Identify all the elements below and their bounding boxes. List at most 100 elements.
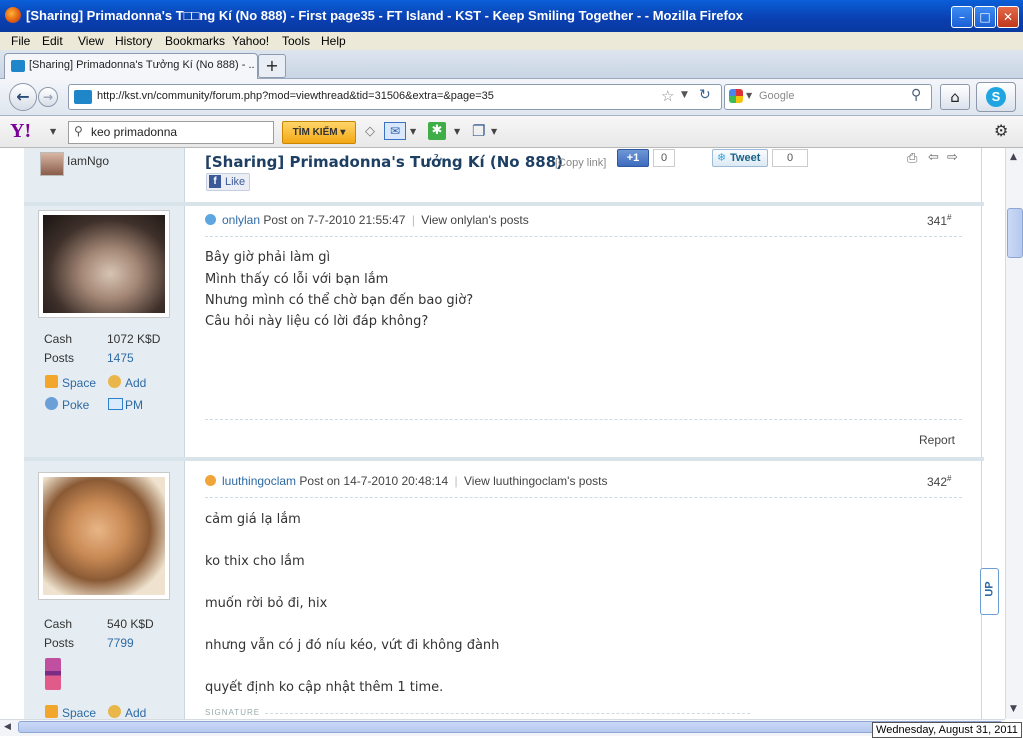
post-divider <box>205 497 962 498</box>
author-avatar[interactable] <box>38 210 170 318</box>
post-line: ko thix cho lắm <box>205 554 305 569</box>
post-author-link[interactable]: onlylan <box>222 213 260 227</box>
post-date: Post on 7-7-2010 21:55:47 <box>263 213 406 227</box>
cash-value: 1072 K$D <box>107 332 161 346</box>
skype-addon-icon[interactable]: S <box>976 82 1016 112</box>
status-date: Wednesday, August 31, 2011 <box>872 722 1022 738</box>
add-link[interactable]: Add <box>125 376 146 390</box>
answers-dropdown-icon[interactable]: ▼ <box>454 127 460 136</box>
scroll-left-arrow-icon[interactable]: ◀ <box>4 722 11 732</box>
search-magnifier-icon[interactable]: ⚲ <box>911 87 921 103</box>
engine-dropdown-icon[interactable]: ▼ <box>746 91 752 100</box>
view-posts-link[interactable]: View onlylan's posts <box>421 213 528 227</box>
vertical-scroll-thumb[interactable] <box>1007 208 1023 258</box>
yahoo-search-button-label: TÌM KIẾM <box>292 127 338 138</box>
pages-dropdown-icon[interactable]: ▼ <box>491 127 497 136</box>
toolbar-separator-icon: ◇ <box>365 124 375 139</box>
forward-arrow-icon[interactable]: → <box>38 87 58 107</box>
pm-mail-icon <box>108 398 123 410</box>
plus-one-button[interactable]: +1 <box>617 149 649 167</box>
back-arrow-icon[interactable]: ← <box>9 83 37 111</box>
twitter-bird-icon: ❄ <box>717 152 727 164</box>
answers-icon[interactable]: ✱ <box>428 122 446 140</box>
url-text: http://kst.vn/community/forum.php?mod=vi… <box>97 90 494 102</box>
menu-history[interactable]: History <box>115 34 152 48</box>
scroll-up-button[interactable]: UP <box>980 568 999 615</box>
add-friend-icon <box>108 375 121 388</box>
menu-view[interactable]: View <box>78 34 104 48</box>
next-thread-icon[interactable]: ⇨ <box>947 150 958 165</box>
view-posts-link[interactable]: View luuthingoclam's posts <box>464 474 607 488</box>
site-identity-icon <box>74 90 92 104</box>
horizontal-scroll-thumb[interactable] <box>18 721 1003 733</box>
copy-link[interactable]: [Copy link] <box>555 157 606 169</box>
tweet-button[interactable]: ❄ Tweet <box>712 149 768 167</box>
post-number-value: 341 <box>927 214 948 228</box>
plus-one-count: 0 <box>653 149 675 167</box>
avatar-photo <box>43 477 165 595</box>
new-tab-button[interactable]: + <box>258 54 286 78</box>
menu-file[interactable]: File <box>11 34 30 48</box>
pages-icon[interactable]: ❐ <box>472 122 485 140</box>
posts-count[interactable]: 7799 <box>107 636 134 650</box>
like-label: Like <box>225 176 246 188</box>
space-link[interactable]: Space <box>62 706 96 719</box>
tweet-count: 0 <box>772 149 808 167</box>
space-link[interactable]: Space <box>62 376 96 390</box>
poke-link[interactable]: Poke <box>62 398 89 412</box>
menu-bookmarks[interactable]: Bookmarks <box>165 34 225 48</box>
mail-dropdown-icon[interactable]: ▼ <box>410 127 416 136</box>
yahoo-logo[interactable]: Y! <box>10 120 31 143</box>
post-line: Bây giờ phải làm gì <box>205 250 331 265</box>
cash-label: Cash <box>44 617 73 631</box>
post-divider <box>205 236 962 237</box>
post-line: quyết định ko cập nhật thêm 1 time. <box>205 680 444 695</box>
print-icon[interactable]: ⎙ <box>907 151 917 166</box>
header-divider: | <box>454 474 458 488</box>
url-dropdown-icon[interactable]: ▼ <box>681 90 688 100</box>
facebook-like-button[interactable]: f Like <box>206 173 250 191</box>
menu-yahoo[interactable]: Yahoo! <box>232 34 269 48</box>
window-titlebar[interactable]: [Sharing] Primadonna's T□□ng Kí (No 888)… <box>0 0 1023 32</box>
top-user-avatar[interactable] <box>40 152 64 176</box>
menu-edit[interactable]: Edit <box>42 34 63 48</box>
menu-help[interactable]: Help <box>321 34 346 48</box>
post-line: Câu hỏi này liệu có lời đáp không? <box>205 314 429 329</box>
author-avatar[interactable] <box>38 472 170 600</box>
search-bar[interactable]: ▼ Google ⚲ <box>724 84 932 110</box>
minimize-button[interactable]: – <box>951 6 973 28</box>
home-icon[interactable]: ⌂ <box>940 84 970 110</box>
scroll-up-arrow-icon[interactable]: ▲ <box>1010 152 1017 162</box>
reload-icon[interactable]: ↻ <box>699 87 711 103</box>
top-user-name[interactable]: IamNgo <box>67 154 109 168</box>
window-title: [Sharing] Primadonna's T□□ng Kí (No 888)… <box>26 8 744 23</box>
bookmark-star-icon[interactable]: ☆ <box>661 87 674 105</box>
add-link[interactable]: Add <box>125 706 146 719</box>
online-status-icon <box>205 214 216 225</box>
previous-thread-icon[interactable]: ⇦ <box>928 150 939 165</box>
search-input[interactable]: Google <box>759 90 794 102</box>
posts-label: Posts <box>44 636 75 650</box>
posts-count[interactable]: 1475 <box>107 351 134 365</box>
tab-label: [Sharing] Primadonna's Tưởng Kí (No 888)… <box>29 59 255 71</box>
yahoo-search-button[interactable]: TÌM KIẾM ▾ <box>282 121 356 144</box>
pm-link[interactable]: PM <box>125 398 143 412</box>
tab-current[interactable]: [Sharing] Primadonna's Tưởng Kí (No 888)… <box>4 53 258 79</box>
post-number[interactable]: 342# <box>927 474 951 489</box>
post-header: onlylan Post on 7-7-2010 21:55:47 | View… <box>222 213 529 227</box>
scroll-down-arrow-icon[interactable]: ▼ <box>1010 704 1017 714</box>
yahoo-dropdown-icon[interactable]: ▼ <box>50 127 56 136</box>
yahoo-search-input[interactable]: ⚲ keo primadonna <box>68 121 274 144</box>
post-author-link[interactable]: luuthingoclam <box>222 474 296 488</box>
mail-icon[interactable]: ✉ <box>384 122 406 140</box>
maximize-button[interactable]: □ <box>974 6 996 28</box>
gear-icon[interactable]: ⚙ <box>994 121 1008 140</box>
post-line: muốn rời bỏ đi, hix <box>205 596 328 611</box>
report-link[interactable]: Report <box>919 433 955 447</box>
google-engine-icon[interactable] <box>729 89 743 103</box>
url-bar[interactable]: http://kst.vn/community/forum.php?mod=vi… <box>68 84 722 110</box>
firefox-icon <box>5 7 21 23</box>
close-button[interactable]: ✕ <box>997 6 1019 28</box>
menu-tools[interactable]: Tools <box>282 34 310 48</box>
post-number[interactable]: 341# <box>927 213 951 228</box>
